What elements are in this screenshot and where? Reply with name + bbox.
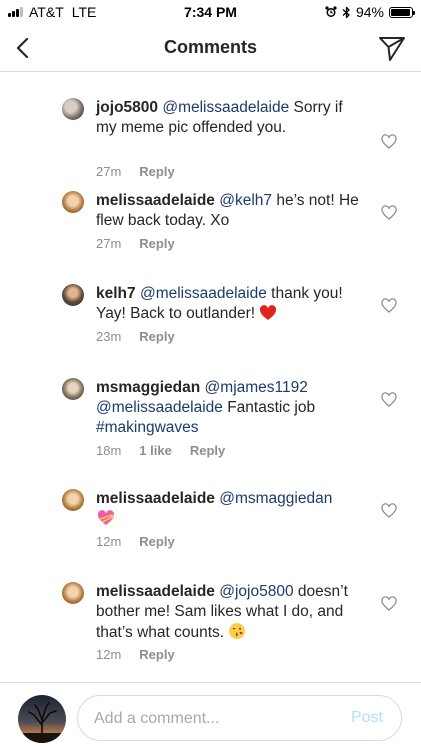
status-bar: AT&T LTE 7:34 PM 94%: [0, 0, 421, 24]
comment-meta: 12m Reply: [96, 534, 175, 549]
comment-text: jojo5800 @melissaadelaide Sorry if my me…: [96, 98, 366, 138]
comment-username[interactable]: kelh7: [96, 285, 136, 302]
comment-text: melissaadelaide @kelh7 he’s not! He flew…: [96, 191, 366, 231]
comment-mention[interactable]: @jojo5800: [219, 583, 293, 600]
comment-mention[interactable]: @kelh7: [219, 192, 272, 209]
comment-username[interactable]: melissaadelaide: [96, 192, 215, 209]
comment-meta: 12m Reply: [96, 647, 175, 662]
face-blowing-kiss-icon: [229, 623, 246, 639]
nav-bar: Comments: [0, 24, 421, 72]
reply-button[interactable]: Reply: [190, 443, 225, 458]
battery-fill: [391, 8, 410, 16]
comment-text: kelh7 @melissaadelaide thank you! Yay! B…: [96, 284, 366, 324]
comment-meta: 23m Reply: [96, 329, 175, 344]
heart-icon[interactable]: [381, 503, 397, 519]
comment-meta: 27m Reply: [96, 236, 175, 251]
reply-button[interactable]: Reply: [139, 164, 174, 179]
comment-mention[interactable]: @melissaadelaide: [162, 99, 289, 116]
avatar[interactable]: [62, 284, 84, 306]
comment-username[interactable]: melissaadelaide: [96, 583, 215, 600]
comment-text: msmaggiedan @mjames1192 @melissaadelaide…: [96, 378, 366, 438]
comment-time: 23m: [96, 329, 122, 344]
heart-icon[interactable]: [381, 205, 397, 221]
battery-icon: [389, 6, 415, 18]
comment-composer: Post: [0, 682, 421, 750]
avatar[interactable]: [62, 489, 84, 511]
avatar[interactable]: [62, 191, 84, 213]
status-right: 94%: [325, 4, 415, 20]
avatar[interactable]: [62, 98, 84, 120]
page-title: Comments: [163, 37, 257, 57]
heart-icon[interactable]: [381, 134, 397, 150]
battery-percent: 94%: [355, 4, 384, 20]
tree-sunset-avatar-image: [18, 695, 66, 743]
reply-button[interactable]: Reply: [139, 534, 174, 549]
reply-button[interactable]: Reply: [139, 329, 174, 344]
bluetooth-icon: [342, 6, 350, 18]
post-button[interactable]: Post: [351, 709, 383, 727]
comment-mention[interactable]: @melissaadelaide: [140, 285, 267, 302]
comment-time: 18m: [96, 443, 122, 458]
paper-plane-icon: [379, 37, 405, 61]
reply-button[interactable]: Reply: [139, 236, 174, 251]
avatar[interactable]: [62, 582, 84, 604]
comment-mention-second[interactable]: @melissaadelaide: [96, 399, 223, 416]
comment-time: 12m: [96, 647, 122, 662]
comment-input[interactable]: [92, 696, 336, 742]
heart-with-ribbon-icon: [97, 510, 115, 525]
comment-time: 27m: [96, 164, 122, 179]
likes-count[interactable]: 1 like: [139, 443, 172, 458]
comment-mention[interactable]: @mjames1192: [205, 379, 308, 396]
comment-hashtag[interactable]: #makingwaves: [96, 419, 199, 436]
reply-button[interactable]: Reply: [139, 647, 174, 662]
comment-username[interactable]: jojo5800: [96, 99, 158, 116]
comment-username[interactable]: melissaadelaide: [96, 490, 215, 507]
comment-mention[interactable]: @msmaggiedan: [219, 490, 332, 507]
red-heart-icon: [260, 305, 277, 320]
comment-meta: 27m Reply: [96, 164, 175, 179]
comment-text: melissaadelaide @jojo5800 doesn’t bother…: [96, 582, 366, 643]
avatar[interactable]: [62, 378, 84, 400]
my-avatar: [18, 695, 66, 743]
comment-username[interactable]: msmaggiedan: [96, 379, 200, 396]
comment-time: 12m: [96, 534, 122, 549]
comment-input-wrapper: Post: [77, 695, 402, 742]
alarm-icon: [325, 6, 337, 17]
comment-meta: 18m 1 like Reply: [96, 443, 225, 458]
heart-icon[interactable]: [381, 298, 397, 314]
comment-time: 27m: [96, 236, 122, 251]
comment-text: melissaadelaide @msmaggiedan: [96, 489, 366, 529]
heart-icon[interactable]: [381, 392, 397, 408]
share-button[interactable]: [377, 33, 407, 63]
comment-message: Fantastic job: [222, 399, 316, 416]
heart-icon[interactable]: [381, 596, 397, 612]
